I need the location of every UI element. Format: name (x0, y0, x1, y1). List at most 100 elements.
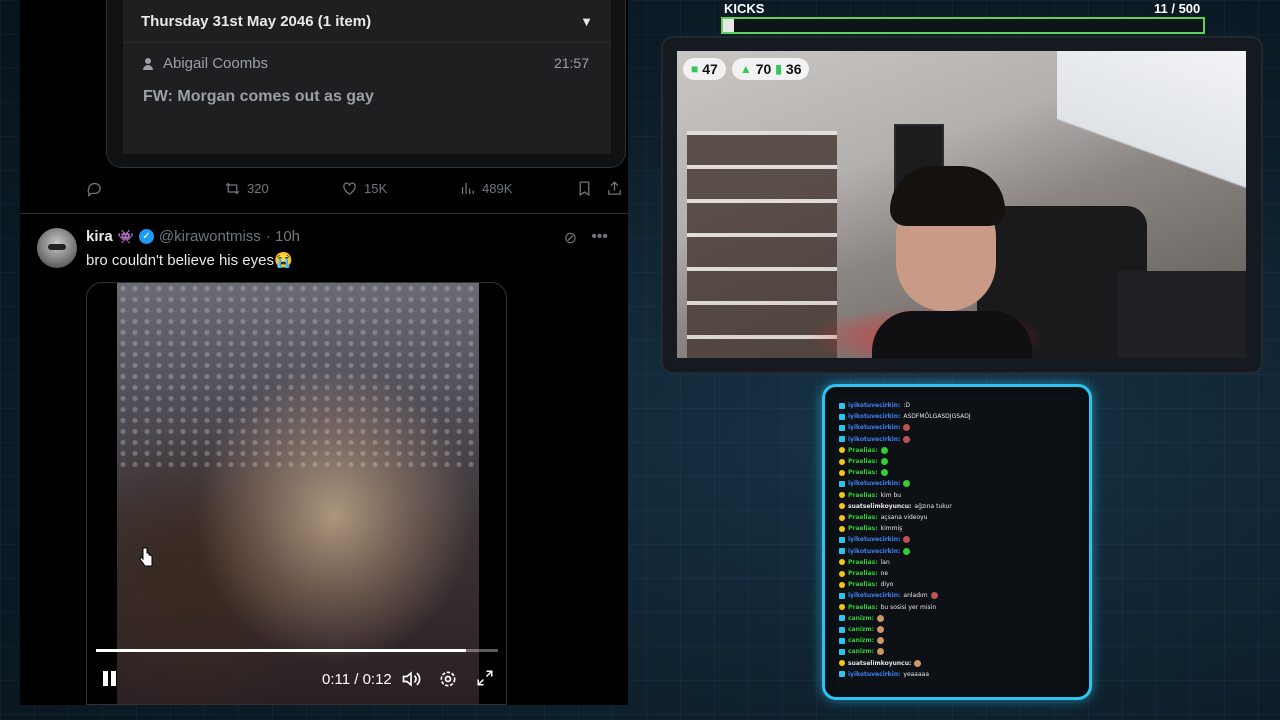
video-time: 0:11 / 0:12 (322, 671, 392, 688)
chat-text: açsana videoyu (880, 514, 928, 521)
more-icon[interactable]: ••• (591, 228, 608, 248)
chat-message: suatselimkoyuncu: ağzına tukur (839, 501, 952, 512)
video-progress-fill (96, 649, 466, 652)
chat-text: :D (903, 402, 911, 409)
sender-name: Abigail Coombs (163, 55, 269, 72)
chat-message: iyikotuvecirkin: (839, 422, 911, 433)
avatar[interactable] (37, 228, 77, 268)
volume-icon[interactable] (401, 669, 421, 693)
chat-username: canizm: (848, 626, 875, 633)
quoted-email-card[interactable]: Thursday 31st May 2046 (1 item) ▼ Abigai… (106, 0, 626, 168)
chat-username: iyikotuvecirkin: (848, 402, 901, 409)
retweet-button[interactable]: 320 (224, 180, 269, 197)
email-sender: Abigail Coombs (143, 55, 268, 72)
crowd-image (117, 283, 479, 474)
video-progress-bar[interactable] (96, 649, 498, 652)
chat-username: iyikotuvecirkin: (848, 480, 901, 488)
chat-badge-icon (839, 469, 845, 476)
kicks-goal-bar (721, 17, 1205, 34)
email-date: Thursday 31st May 2046 (1 item) (141, 12, 372, 30)
chat-text: ağzına tukur (914, 502, 952, 510)
tweet-text: bro couldn't believe his eyes😭 (86, 252, 293, 269)
twitter-feed[interactable]: Thursday 31st May 2046 (1 item) ▼ Abigai… (20, 0, 628, 705)
streamer-body (872, 311, 1032, 358)
chat-message: canizm: (839, 635, 885, 646)
chat-emote-icon (877, 637, 885, 645)
chat-username: suatselimkoyuncu: (848, 502, 912, 510)
user-icon: ▲ (739, 62, 752, 76)
like-button[interactable]: 15K (341, 180, 387, 197)
streamer-hair (890, 166, 1005, 226)
share-button[interactable] (606, 180, 623, 197)
view-count: 489K (482, 181, 513, 196)
chat-message: canizm: (839, 613, 885, 624)
chat-message: suatselimkoyuncu: (839, 658, 922, 669)
chat-overlay: iyikotuvecirkin::D iyikotuvecirkin: ASDFMÖ… (822, 384, 1092, 700)
chat-emote-icon (880, 458, 888, 465)
chat-username: Praelias: (848, 446, 878, 454)
chat-emote-icon (903, 435, 911, 443)
chat-message: canizm: (839, 646, 885, 657)
video-frame[interactable] (117, 283, 479, 704)
person-icon (143, 57, 153, 70)
grok-icon[interactable]: ⊘ (564, 228, 577, 248)
chat-username: Praelias: (848, 491, 878, 499)
chat-text: kimmiş (880, 525, 903, 533)
chat-badge-icon (839, 458, 845, 465)
reply-icon (87, 182, 101, 197)
chat-badge-icon (839, 548, 845, 555)
video-player[interactable]: 0:11 / 0:12 (86, 282, 507, 705)
stat-pill-1: ■ 47 (683, 58, 726, 80)
bookmark-icon (579, 181, 590, 197)
settings-gear-icon[interactable] (438, 669, 458, 693)
chat-badge-icon (839, 671, 845, 678)
chat-username: iyikotuvecirkin: (848, 413, 901, 421)
chat-username: suatselimkoyuncu: (848, 659, 912, 667)
chat-message: Praelias: kimmiş (839, 523, 902, 534)
chat-badge-icon (839, 615, 845, 622)
chat-message: Praelias: ne (839, 568, 888, 579)
chat-message: iyikotuvecirkin: anladım (839, 590, 938, 601)
tweet-age[interactable]: · 10h (266, 228, 300, 245)
stat-value-2: 70 (755, 61, 772, 77)
chevron-down-icon[interactable]: ▼ (580, 14, 593, 29)
heart-icon (343, 182, 356, 195)
chat-username: canizm: (848, 614, 875, 622)
bookmark-button[interactable] (576, 180, 593, 197)
email-date-header[interactable]: Thursday 31st May 2046 (1 item) ▼ (123, 0, 611, 42)
chat-text: bu sosisi yer misin (880, 603, 937, 611)
hand-cursor-icon (139, 547, 153, 567)
chat-username: iyikotuvecirkin: (848, 424, 901, 432)
chat-username: Praelias: (848, 570, 878, 577)
tweet-top-actions: ⊘ ••• (564, 228, 608, 248)
chat-text: kim bu (880, 491, 902, 499)
chat-badge-icon (839, 492, 845, 499)
chat-username: Praelias: (848, 558, 878, 566)
author-name[interactable]: kira (86, 228, 113, 245)
chat-username: iyikotuvecirkin: (848, 592, 901, 600)
fullscreen-icon[interactable] (476, 669, 494, 691)
bed (1117, 271, 1246, 358)
chat-text: yeaaaaa (903, 670, 930, 678)
chat-username: Praelias: (848, 469, 878, 477)
chat-badge-icon (839, 604, 845, 611)
chat-badge-icon (839, 480, 845, 487)
chat-text: lan (880, 558, 890, 566)
retweet-count: 320 (247, 181, 269, 196)
views-button[interactable]: 489K (459, 180, 512, 197)
email-item[interactable]: Abigail Coombs 21:57 FW: Morgan comes ou… (123, 42, 611, 154)
chat-message: canizm: (839, 624, 885, 635)
retweet-icon (225, 182, 240, 195)
pause-icon[interactable] (101, 669, 119, 687)
chat-badge-icon (839, 648, 845, 655)
chat-message: iyikotuvecirkin: yeaaaaa (839, 669, 929, 680)
reply-button[interactable] (86, 180, 103, 197)
chat-badge-icon (839, 413, 845, 420)
tweet-actions: 320 15K 489K (86, 180, 621, 202)
stat-value-1: 47 (702, 61, 718, 77)
chat-message: Praelias: (839, 445, 888, 456)
chat-username: Praelias: (848, 581, 878, 589)
chat-emote-icon (914, 659, 922, 667)
author-handle[interactable]: @kirawontmiss (159, 228, 261, 245)
like-count: 15K (364, 181, 388, 196)
